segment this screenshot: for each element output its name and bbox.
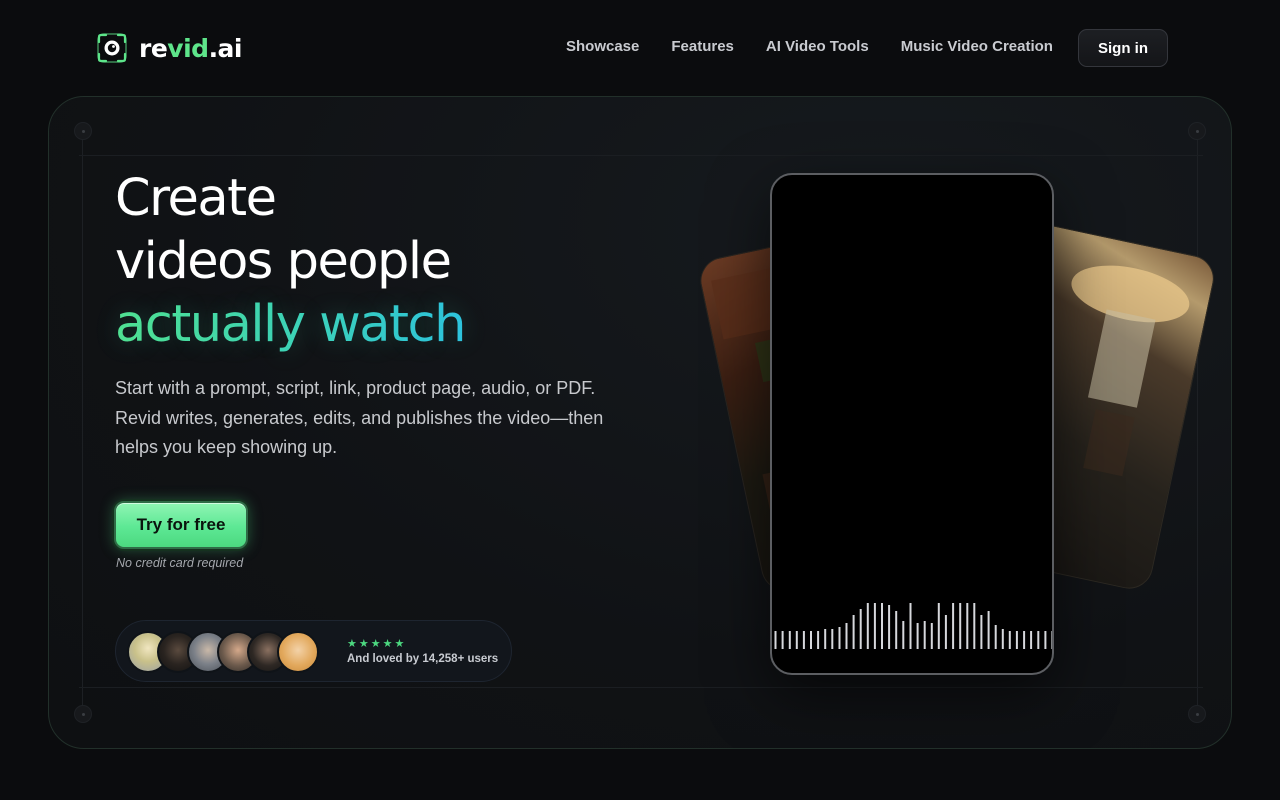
nav-features[interactable]: Features <box>671 38 734 55</box>
waveform-bar <box>881 603 883 649</box>
avatar-stack <box>127 631 327 673</box>
waveform-bar <box>873 603 876 649</box>
corner-dot <box>1188 705 1206 723</box>
audio-waveform <box>774 603 1052 649</box>
waveform-bar <box>930 623 933 649</box>
waveform-bar <box>895 611 898 649</box>
waveform-bar <box>966 603 969 649</box>
headline-highlight: actually watch <box>115 295 466 354</box>
headline-line: videos people <box>115 232 452 291</box>
corner-dot <box>1188 122 1206 140</box>
waveform-bar <box>952 603 955 649</box>
waveform-bar <box>824 629 827 649</box>
waveform-bar <box>802 631 805 649</box>
hero-headline: Create videos people actually watch <box>115 167 466 356</box>
waveform-bar <box>795 631 798 649</box>
logo-eye-icon <box>95 31 129 65</box>
waveform-bar <box>944 615 947 649</box>
waveform-bar <box>817 631 820 649</box>
decor-line <box>79 687 1203 688</box>
headline-line: Create <box>115 169 277 228</box>
waveform-bar <box>781 631 784 649</box>
waveform-bar <box>980 615 983 649</box>
waveform-bar <box>845 623 848 649</box>
main-nav: Showcase Features AI Video Tools Music V… <box>566 38 1053 55</box>
site-header: revid.ai Showcase Features AI Video Tool… <box>0 0 1280 96</box>
hero-section: Create videos people actually watch Star… <box>48 96 1232 749</box>
waveform-bar <box>937 603 940 649</box>
hero-subtext: Start with a prompt, script, link, produ… <box>115 378 604 457</box>
waveform-bar <box>923 621 926 649</box>
waveform-bar <box>1015 631 1018 649</box>
decor-line <box>82 127 83 717</box>
waveform-bar <box>810 631 812 649</box>
waveform-bar <box>994 625 997 649</box>
decor-line <box>1197 127 1198 717</box>
waveform-bar <box>838 627 841 649</box>
waveform-bar <box>1030 631 1033 649</box>
waveform-bar <box>788 631 791 649</box>
avatar <box>277 631 319 673</box>
waveform-bar <box>859 609 862 649</box>
try-for-free-button[interactable]: Try for free <box>114 501 248 549</box>
logo-wordmark: revid.ai <box>139 33 243 63</box>
waveform-bar <box>1001 629 1004 649</box>
loved-by-text: And loved by 14,258+ users <box>347 652 499 665</box>
decor-line <box>79 155 1203 156</box>
waveform-bar <box>888 605 891 649</box>
nav-showcase[interactable]: Showcase <box>566 38 639 55</box>
sign-in-button[interactable]: Sign in <box>1078 29 1168 67</box>
social-proof-badge: ★★★★★ And loved by 14,258+ users <box>115 620 512 682</box>
waveform-bar <box>909 603 912 649</box>
waveform-bar <box>1051 631 1052 649</box>
waveform-bar <box>916 623 919 649</box>
nav-ai-video-tools[interactable]: AI Video Tools <box>766 38 869 55</box>
star-icon: ★★★★★ <box>347 637 407 650</box>
phone-video-preview[interactable] <box>770 173 1054 675</box>
waveform-bar <box>831 629 834 649</box>
waveform-bar <box>959 603 962 649</box>
waveform-bar <box>902 621 905 649</box>
waveform-bar <box>1023 631 1026 649</box>
logo[interactable]: revid.ai <box>95 30 243 66</box>
waveform-bar <box>1008 631 1011 649</box>
corner-dot <box>74 122 92 140</box>
rating-block: ★★★★★ And loved by 14,258+ users <box>347 638 498 665</box>
waveform-bar <box>973 603 976 649</box>
waveform-bar <box>1037 631 1040 649</box>
waveform-bar <box>774 631 777 649</box>
no-credit-card-note: No credit card required <box>116 556 244 570</box>
waveform-bar <box>866 603 869 649</box>
nav-music-video-creation[interactable]: Music Video Creation <box>901 38 1053 55</box>
waveform-bar <box>1044 631 1047 649</box>
waveform-bar <box>987 611 990 649</box>
corner-dot <box>74 705 92 723</box>
waveform-bar <box>852 615 855 649</box>
